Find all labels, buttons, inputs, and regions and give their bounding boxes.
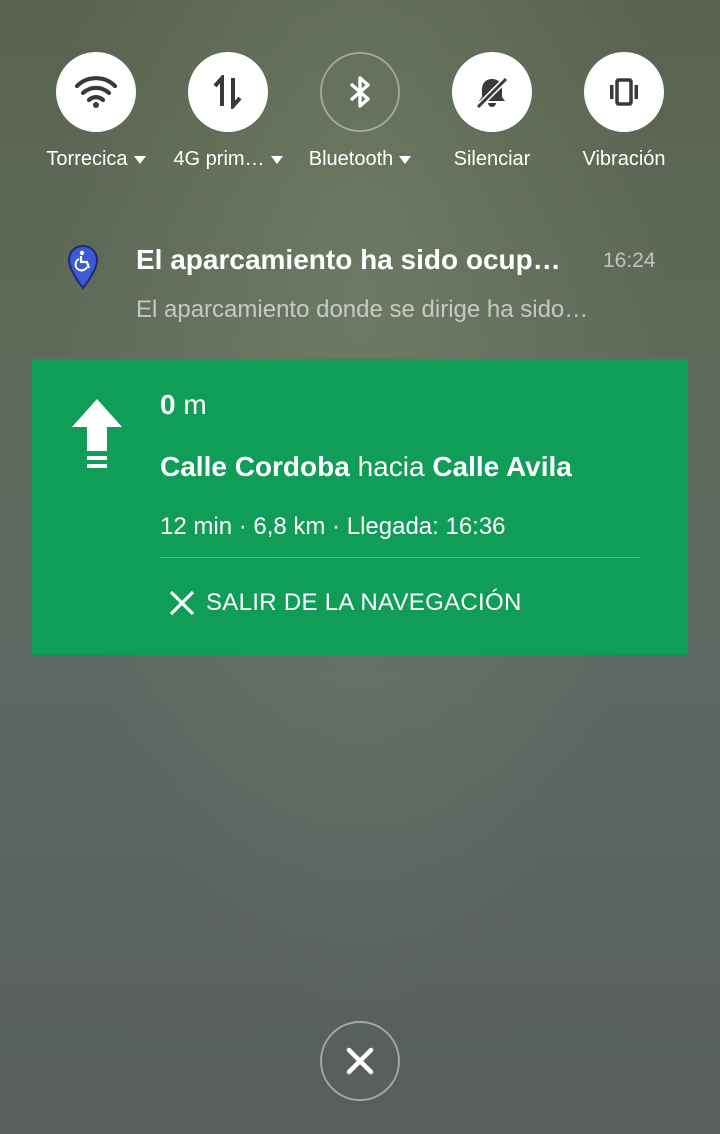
navigation-notification-card[interactable]: 0 m Calle Cordoba hacia Calle Avila 12 m… [32,359,688,655]
qs-tile-bluetooth[interactable]: Bluetooth [294,52,426,182]
qs-wifi-label-row[interactable]: Torrecica [46,148,146,171]
nav-connector: hacia [357,451,425,482]
quick-settings-row: Torrecica 4G prim… Bluetooth Silenciar V… [0,52,720,182]
accessible-parking-pin-icon [66,244,100,295]
qs-tile-vibrate[interactable]: Vibración [558,52,690,182]
bluetooth-icon [349,76,370,108]
nav-street-instruction: Calle Cordoba hacia Calle Avila [160,451,572,483]
qs-vibrate-label: Vibración [582,148,666,170]
notification-time: 16:24 [603,249,656,272]
qs-vibrate-label-row[interactable]: Vibración [582,148,665,171]
qs-silence-label-row[interactable]: Silenciar [454,148,531,171]
qs-bluetooth-label: Bluetooth [308,148,394,170]
nav-divider [160,557,640,558]
nav-street-from: Calle Cordoba [160,451,350,482]
qs-tile-mobile-data[interactable]: 4G prim… [162,52,294,182]
qs-bluetooth-label-row[interactable]: Bluetooth [309,148,412,171]
chevron-down-icon[interactable] [270,155,283,164]
exit-navigation-button[interactable]: SALIR DE LA NAVEGACIÓN [168,589,522,617]
qs-tile-silence[interactable]: Silenciar [426,52,558,182]
nav-distance-value: 0 [160,389,176,420]
qs-silence-button[interactable] [452,52,532,132]
nav-eta: 12 min · 6,8 km · Llegada: 16:36 [160,513,506,540]
qs-wifi-button[interactable] [56,52,136,132]
dismiss-all-button[interactable] [320,1021,400,1101]
vibrate-icon [610,78,638,106]
chevron-down-icon[interactable] [399,155,412,164]
exit-navigation-label: SALIR DE LA NAVEGACIÓN [206,589,522,616]
qs-vibrate-button[interactable] [584,52,664,132]
bell-off-icon [475,76,509,110]
wifi-icon [74,76,118,108]
nav-street-to: Calle Avila [432,451,572,482]
nav-distance: 0 m [160,389,207,421]
notification-title: El aparcamiento ha sido ocup… [136,244,561,275]
chevron-down-icon[interactable] [133,155,146,164]
close-icon [169,590,195,616]
straight-arrow-icon [70,397,124,476]
qs-wifi-label: Torrecica [46,148,128,170]
qs-tile-wifi[interactable]: Torrecica [30,52,162,182]
qs-silence-label: Silenciar [453,148,531,170]
qs-bluetooth-button[interactable] [320,52,400,132]
qs-mobile-data-label-row[interactable]: 4G prim… [173,148,283,171]
notification-body: El aparcamiento donde se dirige ha sido… [136,296,589,323]
qs-mobile-data-label: 4G prim… [173,148,265,170]
parking-notification[interactable]: El aparcamiento ha sido ocup… 16:24 El a… [0,232,720,332]
close-icon [346,1047,374,1075]
nav-distance-unit: m [183,389,207,420]
qs-mobile-data-button[interactable] [188,52,268,132]
mobile-data-icon [213,75,242,109]
